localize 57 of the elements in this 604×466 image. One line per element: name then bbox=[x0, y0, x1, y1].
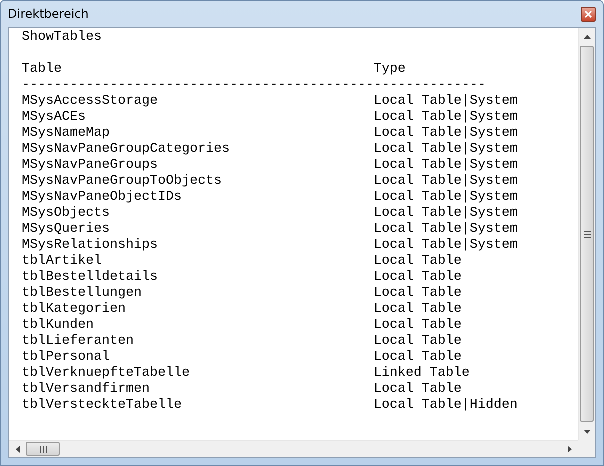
scroll-down-arrow-icon bbox=[584, 430, 590, 434]
horizontal-scrollbar[interactable] bbox=[9, 440, 578, 457]
scroll-left-arrow-icon bbox=[16, 446, 20, 452]
table-name: MSysNavPaneGroups bbox=[22, 158, 158, 173]
scroll-thumb[interactable] bbox=[26, 442, 60, 456]
table-type: Local Table|System bbox=[374, 142, 518, 157]
table-name: MSysAccessStorage bbox=[22, 94, 158, 109]
table-type: Local Table bbox=[374, 286, 462, 301]
table-type: Local Table|System bbox=[374, 158, 518, 173]
scroll-thumb[interactable] bbox=[580, 46, 594, 422]
table-type: Linked Table bbox=[374, 366, 470, 381]
table-type: Local Table bbox=[374, 350, 462, 365]
table-type: Local Table bbox=[374, 270, 462, 285]
table-type: Local Table|System bbox=[374, 110, 518, 125]
table-type: Local Table|Hidden bbox=[374, 398, 518, 413]
table-name: tblVerknuepfteTabelle bbox=[22, 366, 190, 381]
table-type: Local Table|System bbox=[374, 94, 518, 109]
table-name: tblPersonal bbox=[22, 350, 110, 365]
scroll-right-arrow-icon bbox=[568, 446, 572, 452]
close-icon bbox=[585, 10, 592, 18]
table-name: tblVersteckteTabelle bbox=[22, 398, 182, 413]
table-name: tblLieferanten bbox=[22, 334, 134, 349]
table-name: tblVersandfirmen bbox=[22, 382, 150, 397]
table-type: Local Table|System bbox=[374, 222, 518, 237]
command-text: ShowTables bbox=[22, 30, 102, 46]
table-type: Local Table|System bbox=[374, 190, 518, 205]
table-name: MSysNavPaneGroupCategories bbox=[22, 142, 230, 157]
table-type: Local Table bbox=[374, 254, 462, 269]
table-type: Local Table|System bbox=[374, 206, 518, 221]
table-name: MSysObjects bbox=[22, 206, 110, 221]
table-type: Local Table bbox=[374, 334, 462, 349]
table-type: Local Table bbox=[374, 382, 462, 397]
window-title: Direktbereich bbox=[8, 7, 89, 21]
column-heading: Type bbox=[374, 62, 406, 77]
table-type: Local Table bbox=[374, 318, 462, 333]
table-name: tblKategorien bbox=[22, 302, 126, 317]
column-heading: Table bbox=[22, 62, 62, 77]
table-name: MSysRelationships bbox=[22, 238, 158, 253]
table-name: tblBestelldetails bbox=[22, 270, 158, 285]
scroll-up-arrow-icon bbox=[584, 34, 590, 38]
table-name: tblArtikel bbox=[22, 254, 102, 269]
table-name: tblBestellungen bbox=[22, 286, 142, 301]
table-type: Local Table|System bbox=[374, 126, 518, 141]
table-name: MSysNavPaneGroupToObjects bbox=[22, 174, 222, 189]
table-name: MSysACEs bbox=[22, 110, 86, 125]
table-type: Local Table bbox=[374, 302, 462, 317]
table-name: MSysNavPaneObjectIDs bbox=[22, 190, 182, 205]
table-name: MSysQueries bbox=[22, 222, 110, 237]
table-name: tblKunden bbox=[22, 318, 94, 333]
grip-icon bbox=[584, 230, 590, 238]
separator-line: ---------------------------------------------------------- bbox=[22, 78, 486, 94]
vertical-scrollbar[interactable] bbox=[578, 28, 595, 440]
table-name: MSysNameMap bbox=[22, 126, 110, 141]
close-button[interactable] bbox=[581, 6, 596, 22]
table-type: Local Table|System bbox=[374, 238, 518, 253]
table-type: Local Table|System bbox=[374, 174, 518, 189]
grip-icon bbox=[40, 446, 46, 452]
